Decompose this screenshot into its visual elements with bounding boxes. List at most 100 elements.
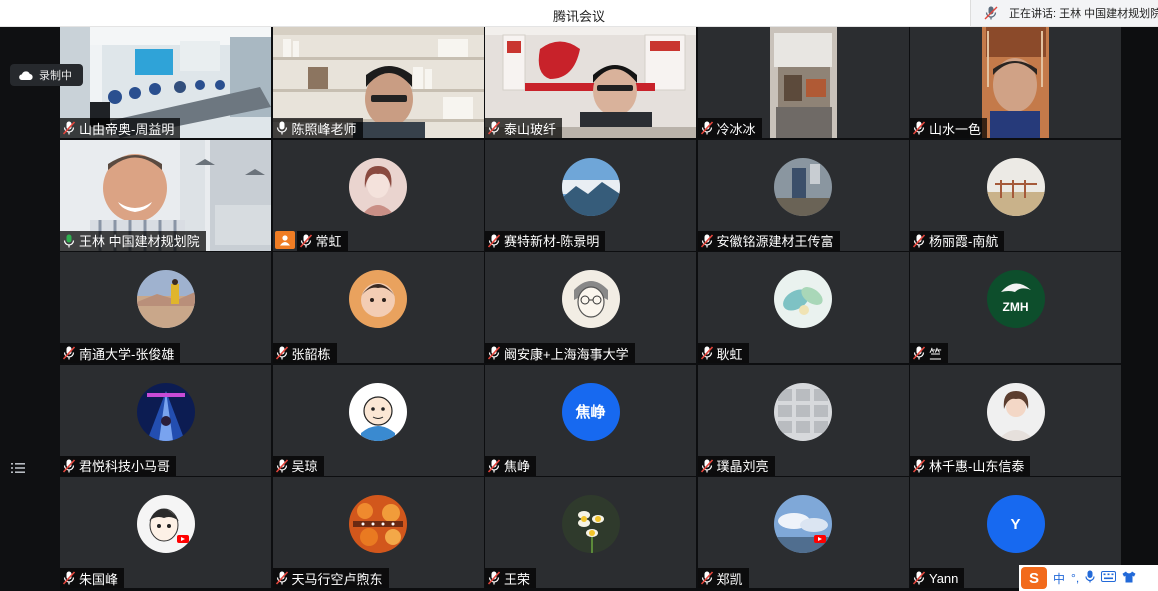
participant-tile[interactable]: 山水一色	[910, 27, 1121, 138]
participant-name-tag: 王林 中国建材规划院	[60, 230, 206, 251]
participant-name-tag: 山水一色	[910, 118, 988, 138]
participant-tile[interactable]: 山由帝奥-周益明	[60, 27, 271, 138]
mic-muted-icon	[63, 346, 77, 360]
speaking-mic-icon	[983, 5, 999, 21]
participant-tile[interactable]: 泰山玻纤	[485, 27, 696, 138]
participant-tile[interactable]: 杨丽霞-南航	[910, 139, 1121, 251]
participant-name-tag: 阚安康+上海海事大学	[485, 343, 635, 363]
participant-tile[interactable]: 冷冰冰	[697, 27, 909, 138]
participant-tile[interactable]: 常虹	[272, 139, 484, 251]
participant-tile[interactable]: 林千惠-山东信泰	[910, 364, 1121, 476]
participant-name: 天马行空卢煦东	[291, 571, 383, 587]
participant-name: 泰山玻纤	[504, 121, 557, 137]
ime-keyboard-icon[interactable]	[1101, 571, 1117, 585]
participant-name-tag: 郑凯	[697, 568, 749, 588]
participant-tile[interactable]: 张韶栋	[272, 252, 484, 363]
participant-tile[interactable]: 君悦科技小马哥	[60, 364, 271, 476]
participant-tile[interactable]: 赛特新材-陈景明	[485, 139, 696, 251]
mic-muted-icon	[275, 571, 290, 585]
participant-name: 林千惠-山东信泰	[929, 459, 1025, 474]
video-stage: 录制中 山由帝奥-周益明 陈照峰老师 泰山玻纤 冷冰冰 山水一色王林 中国建材规划院 常虹…	[0, 27, 1158, 591]
participant-name: 山由帝奥-周益明	[79, 121, 175, 137]
participant-name: 山水一色	[929, 121, 982, 137]
participant-avatar	[349, 382, 407, 441]
participant-tile[interactable]: 璞晶刘亮	[697, 364, 909, 476]
participant-name: 璞晶刘亮	[716, 459, 769, 474]
speaking-indicator[interactable]: 正在讲话: 王林 中国建材规划院	[970, 0, 1158, 26]
participant-tile[interactable]: 焦峥 焦峥	[485, 364, 696, 476]
participant-name: 杨丽霞-南航	[929, 234, 999, 249]
ime-skin-icon[interactable]	[1122, 571, 1136, 586]
participant-name: 常虹	[315, 234, 342, 249]
sogou-logo-icon[interactable]: S	[1021, 567, 1047, 589]
participant-tile[interactable]: 陈照峰老师	[272, 27, 484, 138]
participant-name: 君悦科技小马哥	[79, 459, 171, 474]
participant-name-tag: 山由帝奥-周益明	[60, 118, 181, 138]
mic-muted-icon	[700, 571, 715, 585]
participant-name-tag: 吴琼	[272, 455, 324, 476]
participant-avatar	[561, 270, 620, 328]
participant-tile[interactable]: 吴琼	[272, 364, 484, 476]
avatar-logo-text: ZMH	[1002, 300, 1029, 314]
mic-muted-icon	[700, 233, 715, 248]
participant-name: 郑凯	[716, 571, 743, 587]
right-gutter	[1121, 27, 1158, 591]
participant-name: 王荣	[504, 571, 531, 587]
participant-name: 朱国峰	[79, 571, 119, 587]
participant-avatar	[986, 382, 1045, 441]
participant-tile[interactable]: 耿虹	[697, 252, 909, 363]
participant-tile[interactable]: 安徽铭源建材王传富	[697, 139, 909, 251]
ime-punct[interactable]: °,	[1071, 571, 1079, 585]
participant-name-tag: 张韶栋	[272, 343, 337, 363]
participant-name: 阚安康+上海海事大学	[504, 346, 629, 362]
participant-tile[interactable]: ZMH 竺	[910, 252, 1121, 363]
participant-tile[interactable]: 南通大学-张俊雄	[60, 252, 271, 363]
participant-avatar	[774, 270, 832, 328]
participant-tile[interactable]: 王荣	[485, 477, 696, 588]
participant-name: 焦峥	[504, 459, 531, 474]
participant-avatar	[774, 495, 832, 553]
avatar-initials: 焦峥	[575, 404, 606, 421]
mic-muted-icon	[63, 571, 77, 585]
participant-name: 陈照峰老师	[291, 121, 357, 137]
participant-avatar	[349, 157, 407, 216]
participant-name: 竺	[929, 346, 943, 362]
participant-name-tag: 陈照峰老师	[272, 118, 363, 138]
participant-tile[interactable]: 阚安康+上海海事大学	[485, 252, 696, 363]
speaking-text: 正在讲话: 王林 中国建材规划院	[1009, 8, 1158, 20]
mic-icon	[63, 234, 77, 248]
mic-muted-icon	[700, 346, 715, 360]
participant-tile[interactable]: 朱国峰	[60, 477, 271, 588]
mic-muted-icon	[488, 458, 502, 473]
title-bar: 腾讯会议 正在讲话: 王林 中国建材规划院	[0, 0, 1158, 27]
participant-name-tag: 耿虹	[697, 343, 749, 363]
participant-avatar	[136, 495, 195, 553]
participant-avatar: Y	[986, 495, 1045, 553]
participant-name-tag: 璞晶刘亮	[697, 455, 775, 476]
mic-muted-icon	[700, 458, 715, 473]
participant-name-tag: 焦峥	[485, 455, 537, 476]
participant-name: 南通大学-张俊雄	[79, 346, 175, 362]
recording-indicator[interactable]: 录制中	[10, 64, 83, 86]
participant-name-tag: 林千惠-山东信泰	[910, 455, 1031, 476]
participant-avatar	[774, 157, 832, 216]
ime-toolbar[interactable]: S 中 °,	[1019, 565, 1158, 591]
ime-mic-icon[interactable]	[1085, 570, 1095, 586]
host-person-icon	[274, 230, 295, 249]
mic-muted-icon	[299, 233, 314, 248]
participant-name-tag: 南通大学-张俊雄	[60, 343, 181, 363]
recording-label: 录制中	[39, 70, 72, 82]
left-gutter	[0, 27, 60, 591]
participant-avatar	[561, 495, 620, 553]
participant-name-tag: 赛特新材-陈景明	[485, 230, 606, 251]
participant-tile[interactable]: 王林 中国建材规划院	[60, 139, 271, 251]
participant-tile[interactable]: 天马行空卢煦东	[272, 477, 484, 588]
participant-avatar: 焦峥	[561, 382, 620, 441]
ime-mode[interactable]: 中	[1053, 570, 1065, 587]
participant-name-tag: Yann	[910, 568, 965, 588]
mic-muted-icon	[913, 458, 927, 473]
participant-avatar	[136, 382, 195, 441]
participant-tile[interactable]: 郑凯	[697, 477, 909, 588]
member-list-icon[interactable]	[8, 459, 28, 477]
participant-name-tag: 朱国峰	[60, 568, 125, 588]
